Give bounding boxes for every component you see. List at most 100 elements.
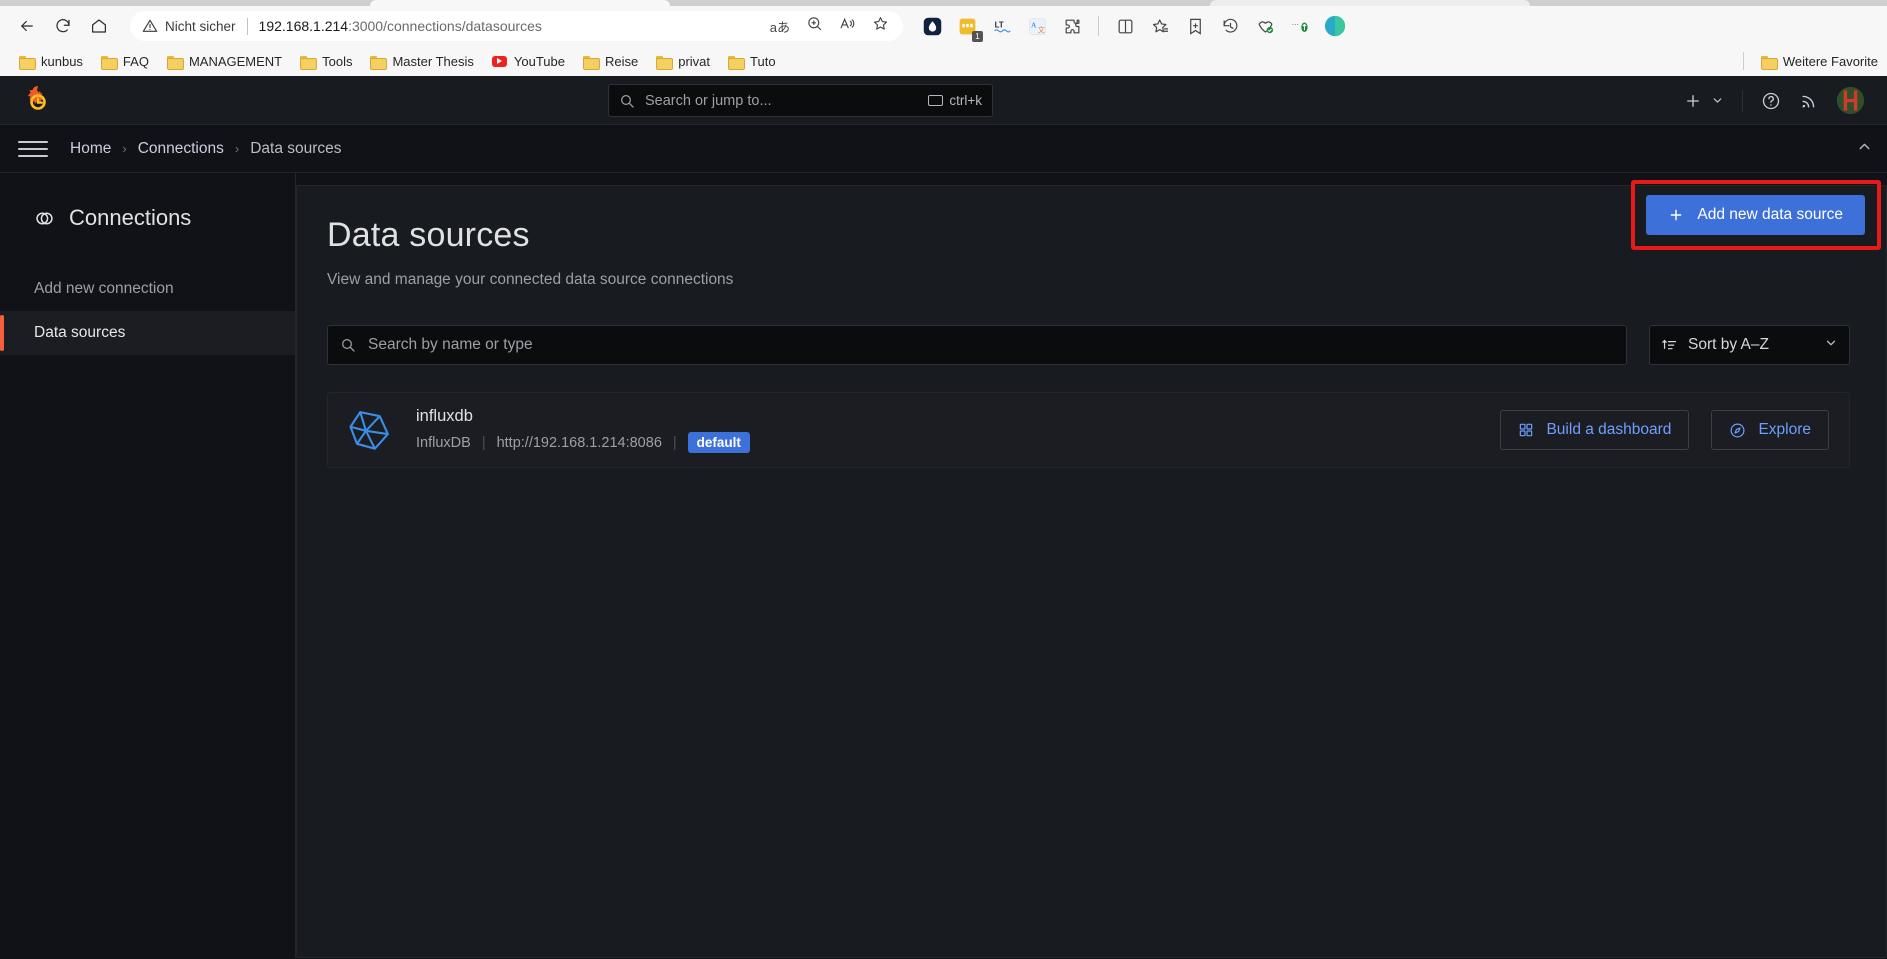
history-icon[interactable] — [1217, 13, 1243, 39]
split-screen-icon[interactable] — [1112, 13, 1138, 39]
explore-label: Explore — [1758, 421, 1811, 438]
datasource-url: http://192.168.1.214:8086 — [496, 434, 662, 451]
sort-select[interactable]: Sort by A–Z — [1649, 325, 1850, 365]
security-label: Nicht sicher — [165, 18, 236, 34]
sort-az-icon — [1662, 339, 1677, 349]
add-to-collection-icon[interactable] — [1182, 13, 1208, 39]
folder-icon — [728, 55, 746, 70]
translator-icon[interactable]: A文 — [1024, 13, 1050, 39]
global-search-bar[interactable]: Search or jump to... ctrl+k — [608, 84, 993, 117]
bookmark-item[interactable]: YouTube — [483, 51, 574, 72]
explore-button[interactable]: Explore — [1711, 410, 1829, 450]
favorite-star-icon[interactable] — [872, 15, 889, 37]
security-indicator[interactable]: Nicht sicher — [142, 18, 236, 34]
page-header: Data sources View and manage your connec… — [327, 180, 1881, 289]
url-host: 192.168.1.214 — [258, 18, 349, 34]
tracking-prevention-icon[interactable] — [1252, 13, 1278, 39]
bookmarks-divider — [1742, 52, 1744, 70]
url-path: :3000/connections/datasources — [348, 18, 542, 34]
sidebar-item-data-sources[interactable]: Data sources — [0, 311, 295, 355]
bookmark-overflow-item[interactable]: Weitere Favorite — [1752, 51, 1887, 72]
info-divider: | — [481, 434, 486, 451]
bookmark-item[interactable]: kunbus — [10, 51, 92, 72]
folder-icon — [300, 55, 318, 70]
bookmark-item[interactable]: Master Thesis — [361, 51, 482, 72]
extensions-area: 1 LT A文 ··· — [919, 13, 1348, 42]
sort-select-label: Sort by A–Z — [1688, 336, 1769, 353]
breadcrumb-separator: › — [122, 141, 127, 156]
extension-badge-count: 1 — [972, 31, 983, 42]
performance-icon[interactable]: ··· — [1287, 13, 1313, 39]
home-icon[interactable] — [82, 11, 116, 41]
languagetool-icon[interactable]: LT — [989, 13, 1015, 39]
profile-avatar-icon[interactable] — [1322, 13, 1348, 39]
extensions-puzzle-icon[interactable] — [1059, 13, 1085, 39]
svg-text:文: 文 — [1037, 24, 1045, 34]
news-rss-icon[interactable] — [1790, 85, 1828, 117]
youtube-icon — [491, 55, 507, 67]
datasource-info: InfluxDB | http://192.168.1.214:8086 | d… — [416, 432, 750, 453]
bookmark-label: privat — [678, 53, 711, 69]
breadcrumb-item-home[interactable]: Home — [70, 140, 111, 158]
help-circle-icon[interactable] — [1752, 85, 1790, 117]
search-icon — [342, 339, 355, 352]
bookmark-label: Master Thesis — [392, 53, 474, 69]
grafana-logo[interactable] — [22, 84, 54, 116]
browser-tab-other[interactable] — [1210, 0, 1530, 6]
chevron-down-icon[interactable] — [1711, 85, 1733, 117]
folder-icon — [582, 55, 600, 70]
breadcrumb-item-data-sources[interactable]: Data sources — [250, 140, 341, 158]
bookmark-item[interactable]: MANAGEMENT — [158, 51, 291, 72]
menu-toggle-icon[interactable] — [18, 136, 48, 162]
keyboard-icon — [928, 95, 944, 106]
chevron-down-icon — [1824, 336, 1838, 355]
influxdb-logo — [349, 411, 389, 450]
breadcrumb-item-connections[interactable]: Connections — [138, 140, 224, 158]
bookmark-item[interactable]: Tuto — [719, 51, 785, 72]
highlight-annotation: Add new data source — [1631, 180, 1881, 250]
url-text: 192.168.1.214:3000/connections/datasourc… — [259, 18, 542, 34]
notes-extension-icon[interactable]: 1 — [954, 13, 983, 42]
omnibox-divider — [246, 17, 248, 35]
chevron-up-icon[interactable] — [1856, 138, 1873, 160]
grafana-app: Search or jump to... ctrl+k Home › Conne… — [0, 76, 1887, 959]
datasource-row[interactable]: influxdb InfluxDB | http://192.168.1.214… — [327, 392, 1850, 468]
bookmark-item[interactable]: Reise — [574, 51, 647, 72]
search-datasources-input[interactable]: Search by name or type — [327, 325, 1627, 365]
read-aloud-translate-icon[interactable]: aあ — [770, 17, 790, 36]
build-a-dashboard-label: Build a dashboard — [1546, 421, 1672, 438]
address-bar[interactable]: Nicht sicher 192.168.1.214:3000/connecti… — [130, 11, 903, 41]
tab-strip — [0, 0, 1887, 6]
back-arrow-icon[interactable] — [10, 11, 44, 41]
bookmarks-overflow[interactable]: Weitere Favorite — [1742, 46, 1887, 76]
page-title: Data sources — [327, 216, 530, 254]
immersive-reader-icon[interactable] — [839, 15, 856, 37]
copilot-icon[interactable] — [919, 13, 945, 39]
build-a-dashboard-button[interactable]: Build a dashboard — [1500, 410, 1690, 450]
svg-text:LT: LT — [994, 20, 1003, 29]
folder-icon — [370, 55, 388, 70]
main-panel-wrap: Data sources View and manage your connec… — [296, 173, 1887, 958]
bookmark-label: Tuto — [750, 53, 776, 69]
data-sources-panel: Data sources View and manage your connec… — [296, 180, 1887, 958]
browser-tab-active[interactable] — [370, 0, 670, 6]
bookmark-item[interactable]: Tools — [291, 51, 361, 72]
folder-icon — [100, 55, 118, 70]
bookmark-label: Reise — [604, 53, 639, 69]
add-new-data-source-button[interactable]: Add new data source — [1646, 195, 1865, 235]
filter-row: Search by name or type Sort by A–Z — [327, 325, 1850, 365]
user-avatar — [1837, 87, 1864, 114]
zoom-icon[interactable] — [806, 15, 823, 37]
breadcrumb-separator: › — [234, 141, 240, 156]
plus-icon[interactable] — [1675, 85, 1711, 117]
bookmark-item[interactable]: FAQ — [92, 51, 158, 72]
sidebar-item-add-new-connection[interactable]: Add new connection — [0, 267, 295, 311]
warning-triangle-icon — [142, 19, 158, 32]
bookmark-item[interactable]: privat — [647, 51, 719, 72]
avatar[interactable] — [1828, 85, 1873, 117]
reload-icon[interactable] — [46, 11, 80, 41]
connections-icon — [36, 212, 53, 224]
search-datasources-placeholder: Search by name or type — [368, 336, 533, 353]
add-new-data-source-label: Add new data source — [1697, 206, 1843, 223]
collections-icon[interactable] — [1147, 13, 1173, 39]
